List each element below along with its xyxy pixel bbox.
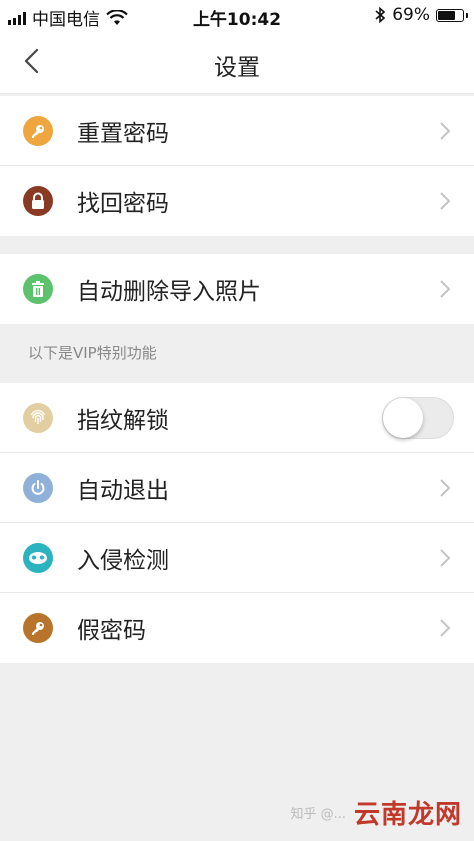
- key-icon: [23, 115, 53, 146]
- watermark: 知乎 @... 云南龙网: [290, 794, 462, 831]
- chevron-right-icon: [440, 192, 451, 210]
- status-right: 69%: [374, 5, 468, 25]
- fingerprint-icon: [23, 402, 53, 433]
- battery-icon: [436, 8, 468, 22]
- row-fingerprint-unlock: 指纹解锁: [0, 383, 474, 453]
- key-icon: [23, 613, 53, 643]
- chevron-right-icon: [440, 478, 451, 497]
- row-label: 找回密码: [77, 191, 169, 217]
- row-label: 自动删除导入照片: [77, 279, 261, 305]
- lock-icon: [23, 186, 53, 216]
- fingerprint-toggle[interactable]: [382, 396, 454, 439]
- settings-group-password: 重置密码 找回密码: [0, 96, 474, 236]
- row-label: 指纹解锁: [77, 407, 169, 434]
- battery-percent: 69%: [392, 5, 430, 25]
- row-label: 入侵检测: [77, 547, 169, 574]
- page-title: 设置: [214, 55, 260, 81]
- row-reset-password[interactable]: 重置密码: [0, 96, 474, 166]
- status-bar: 中国电信 上午10:42 69%: [0, 0, 474, 30]
- chevron-right-icon: [440, 121, 451, 140]
- row-auto-logout[interactable]: 自动退出: [0, 453, 474, 523]
- settings-group-photos: 自动删除导入照片: [0, 254, 474, 324]
- row-label: 自动退出: [77, 477, 169, 504]
- mask-icon: [23, 542, 53, 573]
- power-icon: [23, 472, 53, 503]
- row-label: 假密码: [77, 618, 146, 644]
- row-recover-password[interactable]: 找回密码: [0, 166, 474, 236]
- row-label: 重置密码: [77, 120, 169, 147]
- trash-icon: [23, 274, 53, 304]
- vip-section-hint: 以下是VIP特别功能: [28, 344, 157, 362]
- settings-group-vip: 指纹解锁 自动退出 入侵检测 假密码: [0, 383, 474, 663]
- nav-bar: 设置: [0, 30, 474, 94]
- chevron-right-icon: [440, 280, 451, 298]
- watermark-source: 知乎 @...: [290, 807, 346, 822]
- row-fake-password[interactable]: 假密码: [0, 593, 474, 663]
- chevron-right-icon: [440, 548, 451, 567]
- toggle-knob: [383, 397, 423, 438]
- bluetooth-icon: [375, 6, 386, 24]
- row-intrusion-detection[interactable]: 入侵检测: [0, 523, 474, 593]
- watermark-logo: 云南龙网: [353, 800, 462, 830]
- chevron-right-icon: [440, 619, 451, 637]
- row-auto-delete-photos[interactable]: 自动删除导入照片: [0, 254, 474, 324]
